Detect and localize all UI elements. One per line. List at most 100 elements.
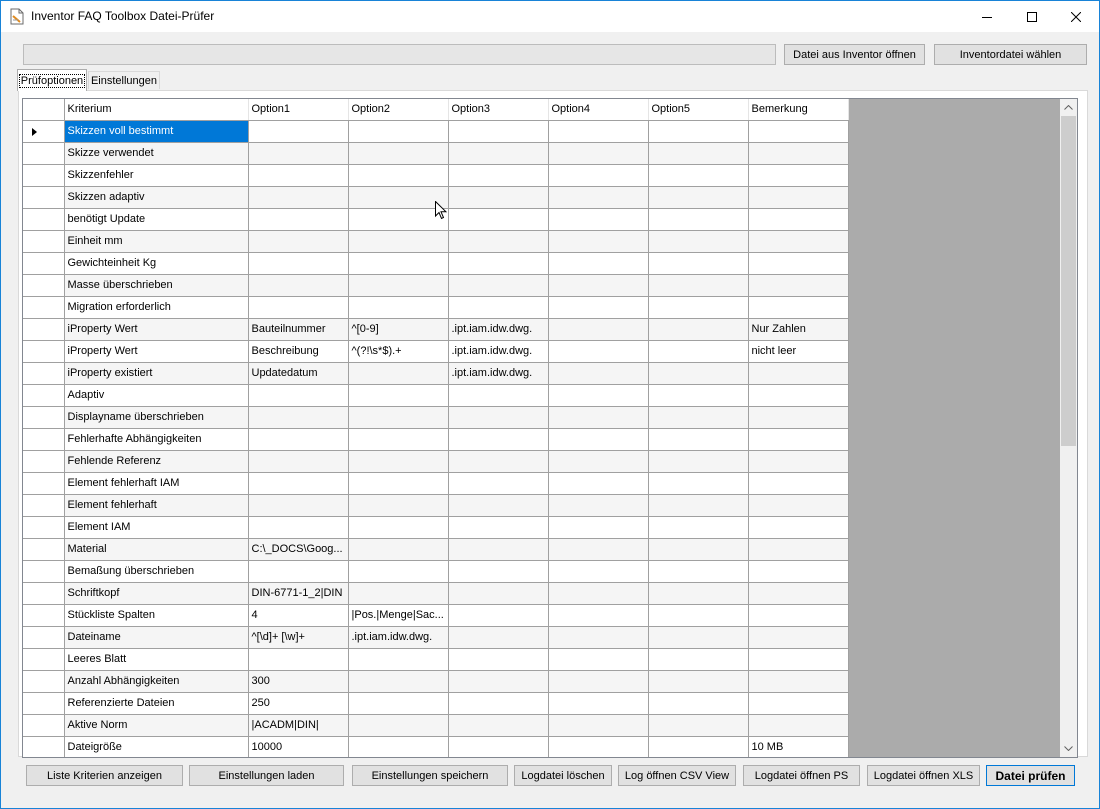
grid-cell[interactable]	[348, 230, 449, 253]
table-row[interactable]: Skizzen voll bestimmt	[23, 120, 849, 143]
grid-cell[interactable]	[448, 626, 549, 649]
grid-cell[interactable]: Skizzen adaptiv	[64, 186, 249, 209]
grid-cell[interactable]	[548, 472, 649, 495]
table-row[interactable]: Material C:\_DOCS\Goog...	[23, 538, 849, 561]
row-header[interactable]	[23, 318, 65, 341]
grid-cell[interactable]: |ACADM|DIN|	[248, 714, 349, 737]
grid-cell[interactable]	[248, 516, 349, 539]
close-button[interactable]	[1053, 1, 1099, 32]
grid-cell[interactable]	[448, 714, 549, 737]
grid-cell[interactable]	[748, 626, 849, 649]
grid-cell[interactable]	[548, 274, 649, 297]
grid-cell[interactable]	[748, 164, 849, 187]
grid-cell[interactable]	[648, 670, 749, 693]
open-log-ps-button[interactable]: Logdatei öffnen PS	[743, 765, 860, 786]
grid-cell[interactable]: |Pos.|Menge|Sac...	[348, 604, 449, 627]
table-row[interactable]: Referenzierte Dateien 250	[23, 692, 849, 715]
grid-cell[interactable]: Skizze verwendet	[64, 142, 249, 165]
grid-cell[interactable]: Einheit mm	[64, 230, 249, 253]
scroll-down-icon[interactable]	[1060, 740, 1077, 757]
column-header[interactable]: Option2	[348, 99, 449, 121]
grid-cell[interactable]: ^(?!\s*$).+	[348, 340, 449, 363]
grid-cell[interactable]	[748, 120, 849, 143]
grid-cell[interactable]	[448, 560, 549, 583]
grid-cell[interactable]: Leeres Blatt	[64, 648, 249, 671]
grid-cell[interactable]	[548, 560, 649, 583]
table-row[interactable]: Element fehlerhaft IAM	[23, 472, 849, 495]
row-header[interactable]	[23, 362, 65, 385]
grid-cell[interactable]: Material	[64, 538, 249, 561]
grid-cell[interactable]	[748, 208, 849, 231]
grid-cell[interactable]: Displayname überschrieben	[64, 406, 249, 429]
grid-cell[interactable]	[548, 252, 649, 275]
grid-cell[interactable]	[448, 604, 549, 627]
grid-cell[interactable]: .ipt.iam.idw.dwg.	[448, 318, 549, 341]
grid-cell[interactable]: .ipt.iam.idw.dwg.	[448, 362, 549, 385]
grid-cell[interactable]: Bauteilnummer	[248, 318, 349, 341]
grid-cell[interactable]	[248, 208, 349, 231]
table-row[interactable]: Element fehlerhaft	[23, 494, 849, 517]
grid-cell[interactable]: Fehlende Referenz	[64, 450, 249, 473]
grid-cell[interactable]: Referenzierte Dateien	[64, 692, 249, 715]
grid-cell[interactable]: nicht leer	[748, 340, 849, 363]
grid-cell[interactable]	[448, 516, 549, 539]
grid-cell[interactable]	[248, 472, 349, 495]
row-header[interactable]	[23, 670, 65, 693]
grid-cell[interactable]	[348, 406, 449, 429]
table-row[interactable]: Leeres Blatt	[23, 648, 849, 671]
table-row[interactable]: Einheit mm	[23, 230, 849, 253]
grid-cell[interactable]	[348, 736, 449, 757]
grid-cell[interactable]	[248, 142, 349, 165]
row-header[interactable]	[23, 604, 65, 627]
grid-cell[interactable]	[348, 186, 449, 209]
table-row[interactable]: Adaptiv	[23, 384, 849, 407]
grid-cell[interactable]	[648, 384, 749, 407]
grid-cell[interactable]	[248, 164, 349, 187]
grid-cell[interactable]: Dateiname	[64, 626, 249, 649]
grid-cell[interactable]	[748, 494, 849, 517]
grid-cell[interactable]	[548, 120, 649, 143]
grid-cell[interactable]	[748, 296, 849, 319]
table-row[interactable]: Bemaßung überschrieben	[23, 560, 849, 583]
grid-cell[interactable]: Nur Zahlen	[748, 318, 849, 341]
grid-cell[interactable]	[748, 648, 849, 671]
grid-cell[interactable]	[548, 142, 649, 165]
grid-cell[interactable]	[648, 318, 749, 341]
grid-cell[interactable]	[648, 252, 749, 275]
grid-cell[interactable]	[448, 230, 549, 253]
row-header[interactable]	[23, 472, 65, 495]
grid-cell[interactable]	[248, 274, 349, 297]
grid-cell[interactable]	[648, 274, 749, 297]
grid-cell[interactable]: Beschreibung	[248, 340, 349, 363]
column-header[interactable]: Option1	[248, 99, 349, 121]
grid-cell[interactable]	[648, 516, 749, 539]
grid-cell[interactable]	[348, 560, 449, 583]
grid-cell[interactable]	[648, 538, 749, 561]
row-header[interactable]	[23, 252, 65, 275]
grid-cell[interactable]	[248, 494, 349, 517]
grid-cell[interactable]: Anzahl Abhängigkeiten	[64, 670, 249, 693]
grid-cell[interactable]	[648, 164, 749, 187]
title-bar[interactable]: Inventor FAQ Toolbox Datei-Prüfer	[1, 1, 1099, 32]
grid-cell[interactable]	[348, 142, 449, 165]
grid-cell[interactable]: benötigt Update	[64, 208, 249, 231]
grid-cell[interactable]	[748, 274, 849, 297]
grid-cell[interactable]: Element IAM	[64, 516, 249, 539]
grid-cell[interactable]	[548, 318, 649, 341]
grid-cell[interactable]	[348, 450, 449, 473]
row-header[interactable]	[23, 164, 65, 187]
row-header[interactable]	[23, 692, 65, 715]
grid-cell[interactable]	[448, 252, 549, 275]
check-file-button[interactable]: Datei prüfen	[986, 765, 1075, 786]
grid-cell[interactable]	[548, 670, 649, 693]
row-header[interactable]	[23, 208, 65, 231]
table-row[interactable]: Schriftkopf DIN-6771-1_2|DIN	[23, 582, 849, 605]
grid-cell[interactable]: Schriftkopf	[64, 582, 249, 605]
grid-cell[interactable]	[648, 692, 749, 715]
grid-cell[interactable]: Adaptiv	[64, 384, 249, 407]
grid-cell[interactable]	[648, 406, 749, 429]
table-row[interactable]: Stückliste Spalten 4 |Pos.|Menge|Sac...	[23, 604, 849, 627]
grid-cell[interactable]: ^[\d]+ [\w]+	[248, 626, 349, 649]
grid-cell[interactable]	[548, 384, 649, 407]
grid-cell[interactable]	[248, 428, 349, 451]
